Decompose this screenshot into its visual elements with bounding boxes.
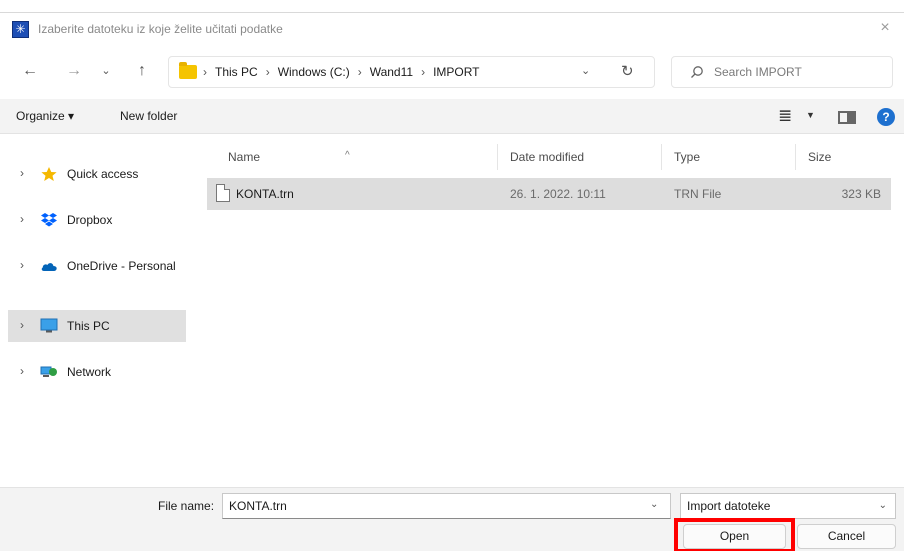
- sidebar-item-label: Dropbox: [67, 213, 113, 227]
- address-dropdown-button[interactable]: ⌄: [581, 64, 590, 77]
- navigation-bar: ← → ⌄ ↑ › This PC › Windows (C:) › Wand1…: [0, 45, 904, 99]
- file-type: TRN File: [674, 187, 722, 201]
- filetype-select[interactable]: Import datoteke ⌄: [680, 493, 896, 519]
- breadcrumb-separator: ›: [357, 65, 362, 79]
- expand-chevron-icon[interactable]: ›: [20, 258, 24, 272]
- monitor-icon: [40, 318, 58, 333]
- column-header-type[interactable]: Type: [674, 150, 700, 164]
- breadcrumb-separator: ›: [421, 65, 426, 79]
- refresh-icon[interactable]: ↻: [621, 62, 634, 80]
- expand-chevron-icon[interactable]: ›: [20, 166, 24, 180]
- file-size: 323 KB: [841, 187, 881, 201]
- breadcrumb: › This PC › Windows (C:) › Wand11 › IMPO…: [203, 65, 480, 79]
- sidebar-item-label: Network: [67, 365, 112, 379]
- column-header-label: Type: [674, 150, 701, 164]
- breadcrumb-separator: ›: [265, 65, 270, 79]
- breadcrumb-import[interactable]: IMPORT: [433, 65, 479, 79]
- up-button[interactable]: ↑: [130, 60, 154, 84]
- search-input[interactable]: Search IMPORT: [671, 56, 893, 88]
- search-placeholder: Search IMPORT: [714, 65, 802, 79]
- filename-dropdown-icon[interactable]: ⌄: [650, 499, 658, 510]
- file-date-modified: 26. 1. 2022. 10:11: [510, 187, 606, 201]
- breadcrumb-wand11[interactable]: Wand11: [370, 65, 413, 79]
- expand-chevron-icon[interactable]: ›: [20, 364, 24, 378]
- help-icon[interactable]: ?: [877, 108, 895, 126]
- sidebar-item-label: This PC: [67, 319, 110, 333]
- view-options-icon[interactable]: ≣: [778, 106, 792, 126]
- close-button[interactable]: ×: [872, 17, 898, 41]
- cloud-icon: [41, 263, 57, 271]
- command-bar: Organize ▾ New folder ≣ ▼ ?: [0, 99, 904, 134]
- expand-chevron-icon[interactable]: ›: [20, 318, 24, 332]
- column-header-label: Date modified: [510, 150, 585, 164]
- cancel-button[interactable]: Cancel: [797, 524, 896, 549]
- dropbox-icon: [41, 213, 57, 227]
- filename-label: File name:: [158, 499, 215, 513]
- dialog-footer: File name: ⌄ Import datoteke ⌄ Open Canc…: [0, 487, 904, 551]
- sidebar-item-network[interactable]: › Network: [8, 356, 186, 388]
- file-open-dialog: ✳ Izaberite datoteku iz koje želite učit…: [0, 12, 904, 551]
- table-row[interactable]: KONTA.trn 26. 1. 2022. 10:11 TRN File 32…: [207, 178, 891, 210]
- sidebar-item-label: Quick access: [67, 167, 139, 181]
- recent-locations-button[interactable]: ⌄: [94, 60, 118, 84]
- breadcrumb-separator: ›: [203, 65, 207, 79]
- file-icon: [216, 184, 230, 202]
- column-header-label: Name: [228, 150, 261, 164]
- breadcrumb-windows-c[interactable]: Windows (C:): [278, 65, 350, 79]
- column-header-date-modified[interactable]: Date modified: [510, 150, 584, 164]
- breadcrumb-this-pc[interactable]: This PC: [215, 65, 258, 79]
- title-bar: ✳ Izaberite datoteku iz koje želite učit…: [0, 13, 904, 45]
- forward-button[interactable]: →: [62, 60, 86, 84]
- sidebar-item-onedrive[interactable]: › OneDrive - Personal: [8, 250, 186, 282]
- column-divider[interactable]: [497, 144, 498, 170]
- navigation-pane: › Quick access › Dropbox › OneDrive - Pe…: [0, 134, 195, 487]
- sort-ascending-icon: ^: [345, 150, 350, 161]
- file-name: KONTA.trn: [236, 187, 294, 201]
- column-divider[interactable]: [795, 144, 796, 170]
- filetype-value: Import datoteke: [687, 499, 771, 513]
- sidebar-item-quick-access[interactable]: › Quick access: [8, 158, 186, 190]
- network-icon: [40, 366, 57, 377]
- chevron-down-icon: ⌄: [878, 500, 887, 511]
- column-header-size[interactable]: Size: [808, 150, 831, 164]
- sidebar-item-this-pc[interactable]: › This PC: [8, 310, 186, 342]
- back-button[interactable]: ←: [18, 60, 42, 84]
- column-divider[interactable]: [661, 144, 662, 170]
- search-icon: [691, 66, 703, 78]
- column-header-label: Size: [808, 150, 832, 164]
- sidebar-item-label: OneDrive - Personal: [67, 259, 176, 273]
- app-icon: ✳: [12, 21, 29, 38]
- preview-pane-icon[interactable]: [838, 111, 856, 124]
- column-header-name[interactable]: Name: [228, 150, 260, 164]
- expand-chevron-icon[interactable]: ›: [20, 212, 24, 226]
- sidebar-item-dropbox[interactable]: › Dropbox: [8, 204, 186, 236]
- folder-icon: [179, 62, 197, 79]
- filename-input[interactable]: [222, 493, 671, 519]
- address-bar[interactable]: › This PC › Windows (C:) › Wand11 › IMPO…: [168, 56, 655, 88]
- star-icon: [41, 167, 57, 181]
- open-button-highlight: [674, 518, 795, 551]
- new-folder-button[interactable]: New folder: [120, 109, 177, 123]
- organize-button[interactable]: Organize ▾: [16, 109, 74, 123]
- view-dropdown-icon[interactable]: ▼: [806, 110, 815, 120]
- dialog-title: Izaberite datoteku iz koje želite učitat…: [38, 22, 283, 36]
- file-list: Name ^ Date modified Type Size KONTA.trn…: [195, 134, 904, 487]
